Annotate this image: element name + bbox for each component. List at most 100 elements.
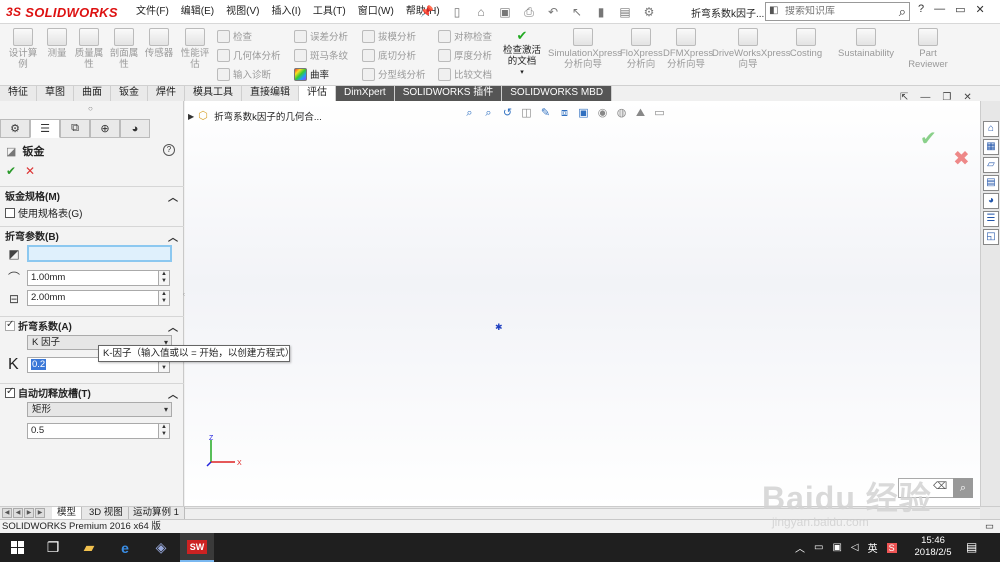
menu-window[interactable]: 窗口(W) — [352, 4, 400, 20]
horizontal-scrollbar[interactable] — [185, 508, 980, 519]
tab-weldments[interactable]: 焊件 — [148, 86, 185, 101]
menu-view[interactable]: 视图(V) — [220, 4, 265, 20]
new-document-icon[interactable]: ▯ — [448, 3, 466, 21]
draft-analysis-button[interactable]: 拔模分析 — [362, 28, 416, 44]
knowledge-search-input[interactable] — [785, 6, 880, 17]
undercut-analysis-button[interactable]: 底切分析 — [362, 47, 416, 63]
options-gear-icon[interactable]: ⚙ — [640, 3, 658, 21]
menu-edit[interactable]: 编辑(E) — [175, 4, 220, 20]
mass-properties-button[interactable]: 质量属 性 — [72, 28, 106, 70]
section-properties-button[interactable]: 剖面属 性 — [107, 28, 141, 70]
menu-insert[interactable]: 插入(I) — [265, 4, 306, 20]
tab-surfaces[interactable]: 曲面 — [74, 86, 111, 101]
status-info-icon[interactable]: ▭ — [985, 520, 994, 533]
select-icon[interactable]: ↖ — [568, 3, 586, 21]
check-active-document-button[interactable]: ✔ 检查激活 的文档 ▾ — [500, 29, 544, 78]
relief-type-select[interactable]: 矩形 ▾ — [27, 402, 172, 417]
edit-appearance-icon[interactable]: ◍ — [614, 105, 629, 121]
auto-relief-checkbox[interactable] — [5, 386, 15, 398]
zoom-to-area-icon[interactable]: ⌕ — [481, 105, 496, 121]
solidworks-taskbar-icon[interactable]: SW — [180, 533, 214, 562]
relief-ratio-input[interactable]: 0.5 — [27, 423, 159, 439]
thickness-spinner[interactable]: ▲ ▼ — [158, 290, 170, 306]
file-properties-icon[interactable]: ▤ — [616, 3, 634, 21]
print-icon[interactable]: ⎙ — [520, 3, 538, 21]
volume-icon[interactable]: ◁ — [851, 542, 859, 553]
restore-icon[interactable]: ▭ — [955, 3, 965, 16]
edge-browser-icon[interactable]: e — [108, 533, 142, 562]
feature-manager-tab-icon[interactable]: ⚙ — [0, 119, 30, 138]
collapse-chevron-icon[interactable]: ︿ — [168, 319, 178, 334]
display-manager-tab-icon[interactable]: ◕ — [120, 119, 150, 138]
solidworks-resources-icon[interactable]: ⌂ — [983, 121, 999, 137]
tab-sheet-metal[interactable]: 钣金 — [111, 86, 148, 101]
design-study-button[interactable]: 设计算例 — [6, 28, 40, 70]
menu-tools[interactable]: 工具(T) — [307, 4, 352, 20]
parting-line-analysis-button[interactable]: 分型线分析 — [362, 66, 426, 82]
check-button[interactable]: 检查 — [217, 28, 252, 44]
search-scope-icon[interactable]: ◧ — [769, 5, 783, 19]
close-icon[interactable]: ✕ — [976, 3, 985, 16]
notification-center-icon[interactable]: ▤ — [966, 540, 977, 554]
dynamic-annotation-icon[interactable]: ✎ — [538, 105, 553, 121]
graphics-search-box[interactable]: ⌫ ⌕ — [898, 478, 973, 498]
next-tab-icon[interactable]: ▶ — [24, 508, 34, 518]
photos-app-icon[interactable]: ◈ — [144, 533, 178, 562]
group-sheet-metal-gauges[interactable]: 钣金规格(M) ︿ — [0, 186, 184, 204]
solidworks-logo[interactable]: 3S SOLIDWORKS — [6, 3, 118, 21]
tab-evaluate[interactable]: 评估 — [299, 86, 336, 101]
import-diagnostics-button[interactable]: 输入诊断 — [217, 66, 271, 82]
tab-direct-editing[interactable]: 直接编辑 — [242, 86, 299, 101]
show-hidden-icons-icon[interactable]: ︿ — [795, 540, 805, 555]
section-view-icon[interactable]: ◫ — [519, 105, 534, 121]
tab-sketch[interactable]: 草图 — [37, 86, 74, 101]
ok-button[interactable]: ✔ — [6, 164, 16, 178]
panel-grip-icon[interactable]: ○ — [88, 104, 93, 113]
help-icon[interactable]: ? — [163, 144, 175, 156]
open-icon[interactable]: ⌂ — [472, 3, 490, 21]
group-bend-allowance[interactable]: 折弯系数(A) ︿ — [0, 316, 184, 334]
previous-view-icon[interactable]: ↺ — [500, 105, 515, 121]
floxpress-button[interactable]: FloXpress 分析向 — [620, 28, 663, 70]
property-manager-tab-icon[interactable]: ☰ — [30, 119, 60, 138]
help-icon[interactable]: ? — [918, 3, 924, 16]
task-view-icon[interactable]: ❐ — [36, 533, 70, 562]
thickness-input[interactable]: 2.00mm — [27, 290, 159, 306]
symmetry-check-button[interactable]: 对称检查 — [438, 28, 492, 44]
flyout-feature-tree[interactable]: ▶ ⬡ 折弯系数k因子的几何合... — [188, 109, 322, 123]
deviation-analysis-button[interactable]: 误差分析 — [294, 28, 348, 44]
doc-minimize-icon[interactable]: — — [920, 92, 930, 103]
last-tab-icon[interactable]: ▶ — [35, 508, 45, 518]
curvature-button[interactable]: 曲率 — [294, 66, 329, 82]
relief-ratio-spinner[interactable]: ▲ ▼ — [158, 423, 170, 439]
search-clear-icon[interactable]: ⌫ — [933, 481, 947, 492]
knowledge-search-box[interactable]: ◧ ⌕ — [765, 2, 910, 21]
appearances-icon[interactable]: ◕ — [983, 193, 999, 209]
view-settings-icon[interactable]: ▭ — [652, 105, 667, 121]
file-explorer-icon[interactable]: ▱ — [983, 157, 999, 173]
search-icon[interactable]: ⌕ — [899, 4, 906, 20]
collapse-chevron-icon[interactable]: ︿ — [168, 189, 178, 204]
tab-dimxpert[interactable]: DimXpert — [336, 86, 395, 101]
expand-arrow-icon[interactable]: ▶ — [188, 112, 194, 121]
compare-documents-button[interactable]: 比较文档 — [438, 66, 492, 82]
tab-mold-tools[interactable]: 模具工具 — [185, 86, 242, 101]
windows-start-icon[interactable] — [11, 541, 25, 555]
dimxpert-manager-tab-icon[interactable]: ⊕ — [90, 119, 120, 138]
tab-solidworks-mbd[interactable]: SOLIDWORKS MBD — [502, 86, 613, 101]
confirm-corner-cancel-icon[interactable]: ✖ — [953, 146, 970, 171]
doc-restore-icon[interactable]: ❐ — [942, 92, 951, 103]
tile-icon[interactable]: ⇱ — [900, 92, 908, 103]
rebuild-icon[interactable]: ▮ — [592, 3, 610, 21]
use-gauge-table-checkbox[interactable] — [5, 207, 15, 218]
sustainability-button[interactable]: Sustainability — [836, 28, 896, 59]
configuration-manager-tab-icon[interactable]: ⧉ — [60, 119, 90, 138]
measure-button[interactable]: 测量 — [42, 28, 72, 59]
battery-icon[interactable]: ▭ — [814, 542, 823, 553]
view-palette-icon[interactable]: ▤ — [983, 175, 999, 191]
fixed-face-selection-box[interactable] — [27, 245, 172, 262]
display-style-icon[interactable]: ▣ — [576, 105, 591, 121]
system-clock[interactable]: 15:46 2018/2/5 — [908, 535, 958, 559]
group-bend-parameters[interactable]: 折弯参数(B) ︿ — [0, 226, 184, 244]
file-explorer-taskbar-icon[interactable]: ▰ — [72, 533, 106, 562]
